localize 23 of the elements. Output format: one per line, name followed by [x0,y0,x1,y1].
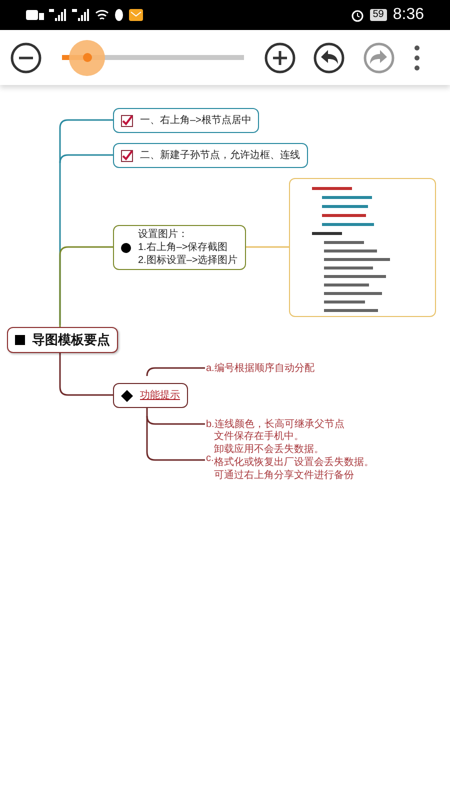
mindmap-node[interactable]: 功能提示 [113,383,188,408]
node-label: 导图模板要点 [32,331,110,350]
node-label: 二、新建子孙节点，允许边框、连线 [140,149,300,162]
mindmap-node[interactable]: 导图模板要点 [7,327,118,353]
node-label: 2.图标设置–>选择图片 [138,254,238,267]
node-label: 一、右上角–>根节点居中 [140,114,252,127]
leaf-text: 卸载应用不会丢失数据。 [214,443,325,456]
battery-indicator: 59 [370,9,387,21]
leaf-text: 连线颜色，长高可继承父节点 [214,418,344,430]
node-label: 设置图片： [138,228,189,241]
leaf-text: 可通过右上角分享文件进行备份 [214,469,355,482]
item-marker: b. [206,418,214,430]
clock-time: 8:36 [392,5,424,25]
mindmap-node[interactable]: 设置图片： 1.右上角–>保存截图 2.图标设置–>选择图片 [113,225,246,270]
leaf-text: 格式化或恢复出厂设置会丢失数据。 [214,456,374,469]
item-marker: c. [206,452,214,464]
node-label: 1.右上角–>保存截图 [138,241,229,254]
node-label: 功能提示 [140,389,180,402]
item-marker: a. [206,362,214,374]
leaf-text: 文件保存在手机中。 [214,430,305,443]
leaf-text: 编号根据顺序自动分配 [214,362,314,374]
mindmap-node[interactable]: 二、新建子孙节点，允许边框、连线 [113,143,308,168]
mindmap-node[interactable]: 一、右上角–>根节点居中 [113,108,260,133]
